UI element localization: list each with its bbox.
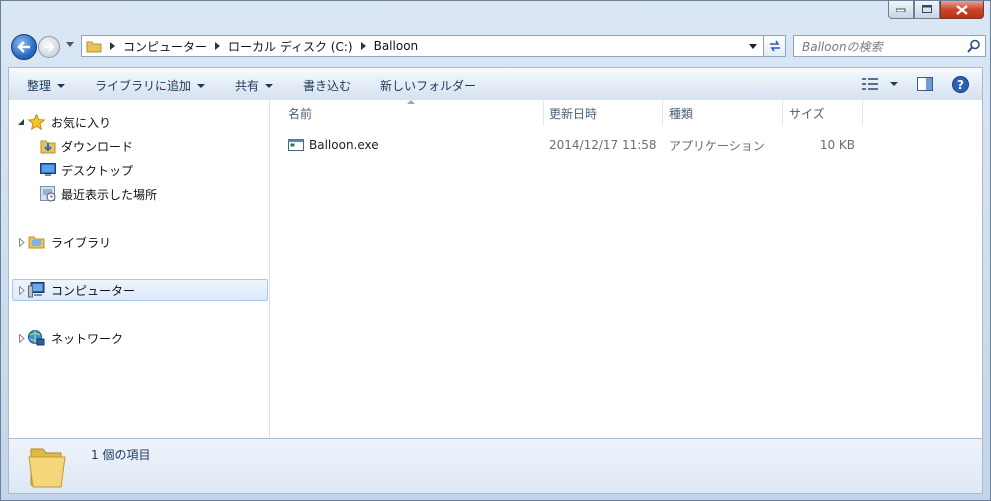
nav-computer-label: コンピューター	[51, 283, 136, 298]
refresh-icon	[769, 40, 780, 52]
collapsed-chevron-icon[interactable]	[19, 334, 25, 343]
table-row[interactable]: Balloon.exe 2014/12/17 11:58 アプリケーション 10…	[282, 134, 882, 156]
breadcrumb-separator[interactable]	[110, 42, 115, 50]
command-bar: 整理 ライブラリに追加 共有 書き込む 新しいフォルダー ?	[8, 67, 983, 101]
back-button[interactable]	[11, 34, 37, 60]
forward-arrow-icon	[44, 42, 55, 52]
column-name-label: 名前	[288, 106, 313, 121]
recent-places-icon	[40, 186, 56, 202]
back-arrow-icon	[17, 41, 30, 53]
column-type-label: 種類	[669, 106, 694, 121]
view-options-icon	[862, 78, 878, 90]
network-icon	[28, 330, 45, 346]
refresh-button[interactable]	[764, 35, 786, 57]
new-folder-label: 新しいフォルダー	[380, 79, 477, 93]
content-area: お気に入り ダウンロード デスクトップ 最近表示した場所 ライブラリ コンピュー…	[8, 100, 983, 438]
caption-buttons	[888, 1, 984, 19]
column-header-name[interactable]: 名前	[282, 100, 544, 126]
search-input[interactable]	[800, 37, 964, 57]
nav-desktop-label: デスクトップ	[61, 163, 134, 178]
organize-menu[interactable]: 整理	[27, 77, 66, 94]
nav-downloads-label: ダウンロード	[61, 139, 134, 154]
nav-libraries-label: ライブラリ	[51, 235, 112, 250]
breadcrumb-balloon[interactable]: Balloon	[374, 39, 419, 53]
folder-icon	[28, 448, 66, 488]
explorer-window: コンピューター ローカル ディスク (C:) Balloon 整理 ライブラリに…	[0, 0, 991, 501]
file-size: 10 KB	[819, 138, 855, 152]
desktop-icon	[40, 163, 56, 176]
burn-label: 書き込む	[303, 79, 352, 93]
column-header-type[interactable]: 種類	[663, 100, 783, 126]
svg-text:?: ?	[957, 78, 964, 92]
maximize-icon	[921, 5, 932, 13]
recent-pages-dropdown[interactable]	[66, 42, 74, 47]
add-to-library-label: ライブラリに追加	[95, 79, 192, 93]
close-icon	[956, 4, 968, 15]
preview-pane-button[interactable]	[917, 77, 933, 91]
file-date: 2014/12/17 11:58	[549, 138, 657, 152]
collapsed-chevron-icon[interactable]	[19, 238, 25, 247]
library-icon	[28, 236, 45, 249]
share-menu[interactable]: 共有	[235, 77, 274, 94]
file-name-cell[interactable]: Balloon.exe	[288, 134, 379, 156]
item-count: 1 個の項目	[91, 448, 151, 462]
navigation-pane[interactable]: お気に入り ダウンロード デスクトップ 最近表示した場所 ライブラリ コンピュー…	[9, 100, 270, 438]
close-button[interactable]	[940, 1, 984, 19]
organize-label: 整理	[27, 79, 52, 93]
breadcrumb-separator[interactable]	[360, 42, 366, 50]
computer-icon	[28, 282, 45, 298]
star-icon	[28, 114, 45, 130]
file-type: アプリケーション	[669, 138, 765, 153]
chevron-down-icon	[890, 82, 898, 86]
column-date-label: 更新日時	[549, 106, 598, 121]
column-size-label: サイズ	[789, 106, 825, 121]
collapsed-chevron-icon[interactable]	[19, 286, 25, 295]
exe-file-icon	[288, 139, 304, 151]
preview-pane-icon	[917, 77, 933, 91]
chevron-down-icon	[197, 83, 206, 88]
nav-favorites-label: お気に入り	[51, 115, 112, 130]
address-bar[interactable]: コンピューター ローカル ディスク (C:) Balloon	[81, 35, 764, 57]
chevron-down-icon	[57, 83, 66, 88]
add-to-library-menu[interactable]: ライブラリに追加	[95, 77, 206, 94]
address-history-dropdown[interactable]	[749, 44, 757, 49]
chevron-down-icon	[265, 83, 274, 88]
minimize-icon	[896, 8, 906, 12]
download-icon	[40, 140, 56, 154]
search-icon[interactable]	[967, 39, 981, 53]
column-header-size[interactable]: サイズ	[783, 100, 863, 126]
forward-button[interactable]	[38, 36, 60, 58]
file-list-pane[interactable]: 名前 更新日時 種類 サイズ Balloon.exe 2014/12/17 11…	[270, 100, 982, 438]
breadcrumb-local-disk[interactable]: ローカル ディスク (C:)	[228, 38, 353, 55]
details-pane: 1 個の項目	[8, 438, 983, 494]
column-header-date[interactable]: 更新日時	[543, 100, 663, 126]
folder-icon	[86, 41, 102, 53]
breadcrumb-computer[interactable]: コンピューター	[123, 38, 207, 55]
breadcrumb-separator[interactable]	[215, 42, 221, 50]
address-row: コンピューター ローカル ディスク (C:) Balloon	[9, 33, 986, 61]
minimize-button[interactable]	[888, 1, 914, 19]
expanded-chevron-icon[interactable]	[18, 119, 25, 126]
burn-button[interactable]: 書き込む	[303, 77, 351, 94]
view-options-button[interactable]	[862, 78, 898, 90]
nav-recent-places-label: 最近表示した場所	[61, 187, 158, 202]
share-label: 共有	[235, 79, 260, 93]
maximize-button[interactable]	[914, 1, 940, 19]
help-button[interactable]: ?	[952, 76, 969, 93]
file-name: Balloon.exe	[309, 138, 379, 152]
nav-network-label: ネットワーク	[51, 331, 124, 346]
search-box[interactable]	[793, 35, 986, 57]
new-folder-button[interactable]: 新しいフォルダー	[380, 77, 476, 94]
help-icon: ?	[952, 76, 969, 93]
